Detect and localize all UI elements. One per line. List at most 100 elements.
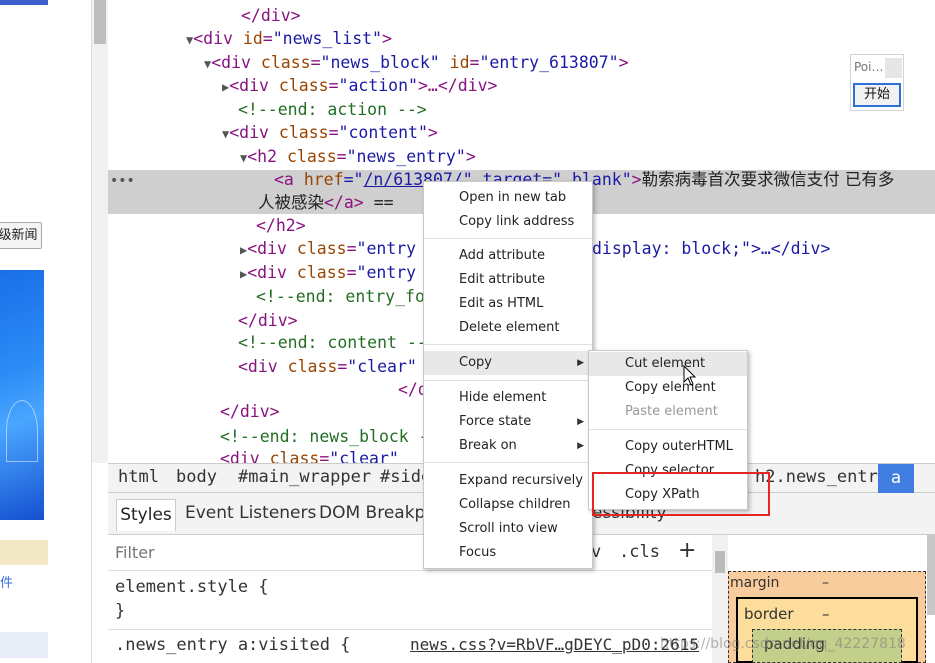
dom-line[interactable]: <!--end: action --> <box>238 98 427 121</box>
dom-scrollbar-thumb[interactable] <box>94 0 106 44</box>
dom-line[interactable]: ▶<div class="action">…</div> <box>222 74 497 97</box>
page-gray-bar <box>0 632 48 658</box>
dom-tag: > <box>427 123 438 142</box>
dom-line[interactable]: <!--end: news_block - <box>220 425 429 448</box>
dom-line[interactable]: </h2> <box>256 214 306 237</box>
crumb-html[interactable]: html <box>118 467 159 487</box>
css-source-link[interactable]: news.css?v=RbVF…gDEYC_pD0:2615 <box>410 635 699 654</box>
menu-collapse-children[interactable]: Collapse children <box>424 493 592 517</box>
widget-start-button[interactable]: 开始 <box>853 83 901 107</box>
dom-attr-value: "news_list" <box>272 29 382 48</box>
dom-line[interactable]: </div> <box>220 400 280 423</box>
tab-event-listeners[interactable]: Event Listeners <box>185 503 316 523</box>
crumb-body[interactable]: body <box>176 467 217 487</box>
menu-break-on[interactable]: Break on ▶ <box>424 434 592 458</box>
watermark: https://blog.csdn.net/qq_42227818 <box>660 636 906 652</box>
dom-line[interactable]: ▶<div class="entry <box>240 261 416 284</box>
menu-separator <box>424 344 592 345</box>
dom-line-tail[interactable]: display: block;">…</div> <box>592 237 830 260</box>
menu-edit-attribute[interactable]: Edit attribute <box>424 268 592 292</box>
dom-comment: <!--end: news_block - <box>220 427 429 446</box>
dom-tag: </h2> <box>256 216 306 235</box>
dom-attr-value: "clear" <box>347 357 417 376</box>
menu-copy-label: Copy <box>459 355 492 370</box>
box-model-scrollbar[interactable] <box>927 535 935 615</box>
dom-eq: = <box>469 53 480 72</box>
more-options-dots[interactable]: ••• <box>110 173 135 189</box>
page-link[interactable]: 件 <box>0 572 13 591</box>
element-style-rule[interactable]: element.style { <box>115 577 269 597</box>
mouse-cursor-icon <box>683 365 697 386</box>
menu-copy[interactable]: Copy ▶ <box>424 351 592 375</box>
dom-tag: >…</div> <box>418 76 498 95</box>
dom-text: 人被感染 <box>258 193 324 212</box>
widget-close-button[interactable] <box>885 58 902 78</box>
selected-dom-line-wrap[interactable]: 人被感染</a> == <box>258 191 394 214</box>
dom-eq-marker <box>364 193 374 212</box>
crumb-h2-news-entry[interactable]: h2.news_entry <box>755 467 888 487</box>
dom-attr-name: href <box>303 170 344 189</box>
crumb-a-selected[interactable]: a <box>878 464 914 493</box>
styles-pane: Filter v .cls + element.style { } .news_… <box>108 535 712 663</box>
dom-line[interactable]: ▶<div class="entry <box>240 237 416 260</box>
dom-line[interactable]: ▼<div class="news_block" id="entry_61380… <box>204 51 629 74</box>
dom-eq: = <box>262 29 273 48</box>
dom-line[interactable]: </div> <box>238 309 298 332</box>
dom-eq: = <box>337 357 348 376</box>
submenu-cut-element[interactable]: Cut element <box>589 352 747 376</box>
menu-add-attribute[interactable]: Add attribute <box>424 244 592 268</box>
tab-dom-breakpoints[interactable]: DOM Breakp <box>319 503 425 523</box>
dom-tag: </div> <box>238 311 298 330</box>
menu-hide-element[interactable]: Hide element <box>424 386 592 410</box>
dom-tag: <div <box>211 53 261 72</box>
margin-value[interactable]: – <box>822 575 829 591</box>
dom-attr-value: "entry_613807" <box>479 53 619 72</box>
styles-filter-input[interactable]: Filter <box>115 543 155 562</box>
dom-line[interactable]: ▼<div id="news_list"> <box>186 27 392 50</box>
context-menu: Open in new tab Copy link address Add at… <box>423 181 593 569</box>
dom-attr-name: class <box>286 147 337 166</box>
dom-line[interactable]: <div class="clear" <box>220 447 399 463</box>
dom-line[interactable]: ▼<div class="content"> <box>222 121 438 144</box>
menu-force-state[interactable]: Force state ▶ <box>424 410 592 434</box>
dom-line[interactable]: <!--end: content -- <box>238 331 427 354</box>
menu-edit-as-html[interactable]: Edit as HTML <box>424 292 592 316</box>
dom-eq: = <box>328 76 339 95</box>
tab-styles[interactable]: Styles <box>116 499 176 531</box>
submenu-copy-element[interactable]: Copy element <box>589 376 747 400</box>
dom-comment: <!--end: content -- <box>238 333 427 352</box>
submenu-arrow-icon: ▶ <box>577 417 584 427</box>
css-rule-selector[interactable]: .news_entry a:visited { <box>115 635 350 655</box>
dom-line[interactable]: </div> <box>241 4 301 27</box>
menu-separator <box>424 238 592 239</box>
page-link-strip[interactable] <box>0 0 48 5</box>
new-style-rule-button[interactable]: + <box>678 538 696 563</box>
promo-banner-image[interactable] <box>0 270 44 520</box>
dom-attr-name: class <box>278 76 329 95</box>
dom-line[interactable]: ▼<h2 class="news_entry"> <box>240 145 476 168</box>
submenu-copy-outerhtml[interactable]: Copy outerHTML <box>589 435 747 459</box>
menu-focus[interactable]: Focus <box>424 541 592 565</box>
menu-force-state-label: Force state <box>459 414 532 429</box>
border-value[interactable]: – <box>822 605 830 623</box>
page-viewport: 级新闻 件 <box>0 0 92 663</box>
rule-divider <box>108 629 712 630</box>
menu-expand-recursively[interactable]: Expand recursively <box>424 469 592 493</box>
dom-space <box>440 53 450 72</box>
element-style-close: } <box>115 601 126 621</box>
cls-toggle[interactable]: .cls <box>619 542 660 562</box>
dom-tag: </div> <box>220 402 280 421</box>
menu-delete-element[interactable]: Delete element <box>424 316 592 340</box>
menu-scroll-into-view[interactable]: Scroll into view <box>424 517 592 541</box>
menu-open-in-new-tab[interactable]: Open in new tab <box>424 186 592 210</box>
dom-line[interactable]: <!--end: entry_fo <box>256 285 425 308</box>
dom-scrollbar[interactable] <box>92 0 108 463</box>
dom-tag: <div <box>247 239 297 258</box>
floating-widget[interactable]: Poi… 开始 <box>850 54 904 111</box>
menu-copy-link-address[interactable]: Copy link address <box>424 210 592 234</box>
dom-line[interactable]: <div class="clear" <box>238 355 417 378</box>
border-label: border <box>744 605 794 623</box>
styles-scrollbar-thumb[interactable] <box>715 551 725 573</box>
news-nav-button[interactable]: 级新闻 <box>0 222 42 249</box>
crumb-main-wrapper[interactable]: #main_wrapper <box>238 467 371 487</box>
